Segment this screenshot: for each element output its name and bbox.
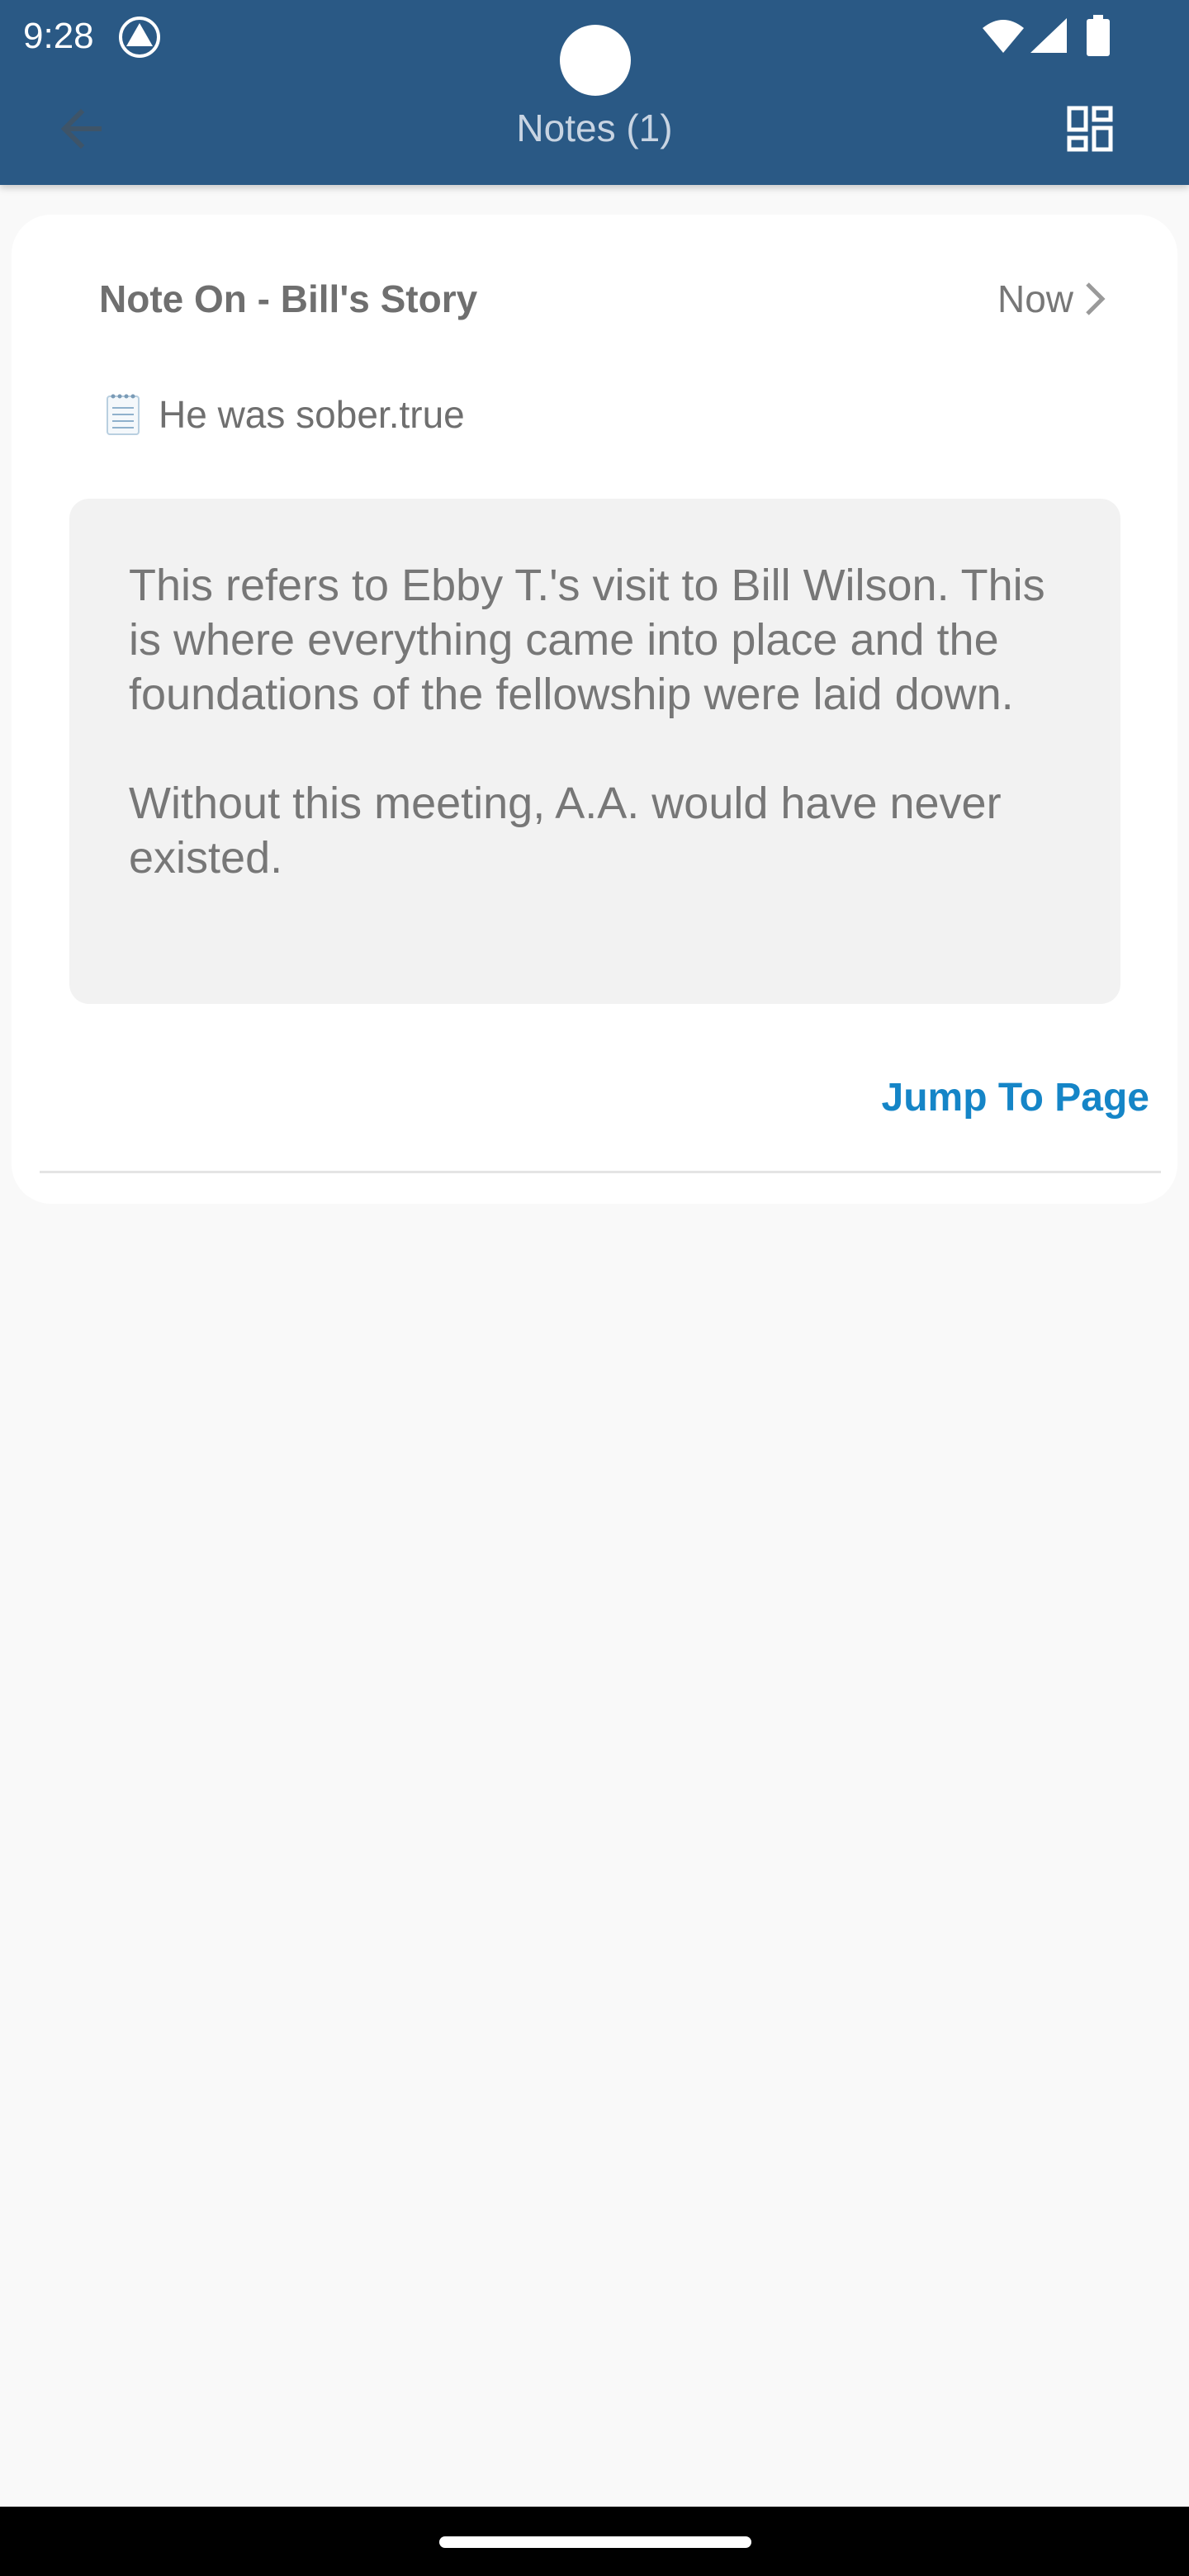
chevron-right-icon (1086, 282, 1106, 315)
notepad-icon (107, 394, 140, 435)
signal-icon (1030, 18, 1067, 53)
page-title: Notes (1) (516, 107, 673, 149)
aa-logo-icon (119, 17, 160, 58)
note-title: Note On - Bill's Story (99, 277, 478, 320)
battery-icon (1087, 15, 1110, 56)
highlighted-text: He was sober.true (106, 390, 465, 439)
note-paragraph: This refers to Ebby T.'s visit to Bill W… (129, 561, 1045, 719)
layout-grid-button[interactable] (1055, 94, 1125, 163)
status-time: 9:28 (23, 16, 94, 56)
highlight-text: He was sober.true (159, 393, 465, 436)
app-header: 9:28 Notes (1) (0, 0, 1189, 185)
wifi-icon (983, 20, 1024, 53)
divider (40, 1171, 1161, 1173)
dashboard-grid-icon (1067, 106, 1113, 152)
system-navigation-bar (0, 2507, 1189, 2576)
jump-to-page-button[interactable]: Jump To Page (882, 1073, 1150, 1123)
note-paragraph: Without this meeting, A.A. would have ne… (129, 779, 1002, 883)
note-content: This refers to Ebby T.'s visit to Bill W… (69, 499, 1120, 1004)
camera-cutout (560, 25, 631, 96)
note-timestamp[interactable]: Now (997, 274, 1106, 324)
note-card[interactable]: Note On - Bill's Story Now He was sober.… (12, 215, 1177, 1204)
note-time-label: Now (997, 277, 1073, 320)
home-gesture-handle[interactable] (439, 2536, 751, 2548)
status-bar: 9:28 (0, 0, 1189, 96)
